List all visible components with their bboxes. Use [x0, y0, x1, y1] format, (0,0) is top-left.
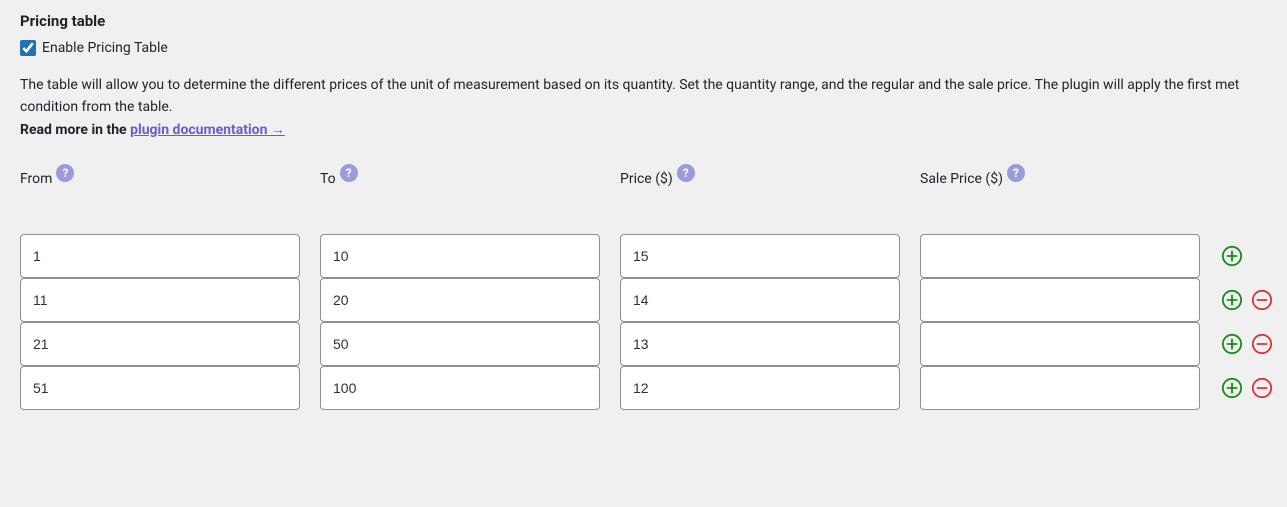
- read-more-line: Read more in the plugin documentation →: [20, 121, 1267, 138]
- row-actions: [1220, 288, 1287, 312]
- help-icon[interactable]: ?: [56, 164, 74, 182]
- add-row-button[interactable]: [1220, 288, 1244, 312]
- sale-price-input[interactable]: [920, 234, 1200, 278]
- section-description: The table will allow you to determine th…: [20, 74, 1267, 119]
- remove-row-button[interactable]: [1250, 376, 1274, 400]
- help-icon[interactable]: ?: [1007, 164, 1025, 182]
- enable-checkbox-row: Enable Pricing Table: [20, 40, 1267, 56]
- minus-circle-icon: [1251, 333, 1273, 355]
- header-to: To ?: [320, 170, 600, 188]
- pricing-table: From ? To ? Price ($) ? Sale Price ($) ?: [20, 170, 1267, 410]
- plus-circle-icon: [1221, 333, 1243, 355]
- header-from-label: From: [20, 171, 52, 187]
- sale-price-input[interactable]: [920, 322, 1200, 366]
- minus-circle-icon: [1251, 377, 1273, 399]
- from-input[interactable]: [20, 366, 300, 410]
- help-icon[interactable]: ?: [677, 164, 695, 182]
- remove-row-button[interactable]: [1250, 288, 1274, 312]
- plus-circle-icon: [1221, 245, 1243, 267]
- plus-circle-icon: [1221, 289, 1243, 311]
- from-input[interactable]: [20, 322, 300, 366]
- pricing-table-header-row: From ? To ? Price ($) ? Sale Price ($) ?: [20, 170, 1267, 188]
- add-row-button[interactable]: [1220, 332, 1244, 356]
- price-input[interactable]: [620, 278, 900, 322]
- remove-row-button[interactable]: [1250, 332, 1274, 356]
- header-price: Price ($) ?: [620, 170, 900, 188]
- to-input[interactable]: [320, 234, 600, 278]
- to-input[interactable]: [320, 322, 600, 366]
- header-from: From ?: [20, 170, 300, 188]
- enable-pricing-checkbox[interactable]: [20, 40, 36, 56]
- row-actions: [1220, 244, 1287, 268]
- add-row-button[interactable]: [1220, 244, 1244, 268]
- table-row: [20, 278, 1267, 322]
- minus-circle-icon: [1251, 289, 1273, 311]
- read-more-prefix: Read more in the: [20, 122, 130, 138]
- from-input[interactable]: [20, 278, 300, 322]
- table-row: [20, 234, 1267, 278]
- row-actions: [1220, 332, 1287, 356]
- header-sale-price: Sale Price ($) ?: [920, 170, 1200, 188]
- row-actions: [1220, 376, 1287, 400]
- header-sale-price-label: Sale Price ($): [920, 171, 1003, 187]
- plus-circle-icon: [1221, 377, 1243, 399]
- section-title: Pricing table: [20, 12, 1267, 30]
- from-input[interactable]: [20, 234, 300, 278]
- to-input[interactable]: [320, 366, 600, 410]
- to-input[interactable]: [320, 278, 600, 322]
- help-icon[interactable]: ?: [340, 164, 358, 182]
- sale-price-input[interactable]: [920, 366, 1200, 410]
- price-input[interactable]: [620, 322, 900, 366]
- sale-price-input[interactable]: [920, 278, 1200, 322]
- table-row: [20, 322, 1267, 366]
- enable-pricing-label[interactable]: Enable Pricing Table: [42, 40, 168, 56]
- plugin-documentation-link[interactable]: plugin documentation →: [130, 122, 285, 138]
- price-input[interactable]: [620, 366, 900, 410]
- price-input[interactable]: [620, 234, 900, 278]
- add-row-button[interactable]: [1220, 376, 1244, 400]
- header-price-label: Price ($): [620, 171, 673, 187]
- header-to-label: To: [320, 171, 336, 187]
- table-row: [20, 366, 1267, 410]
